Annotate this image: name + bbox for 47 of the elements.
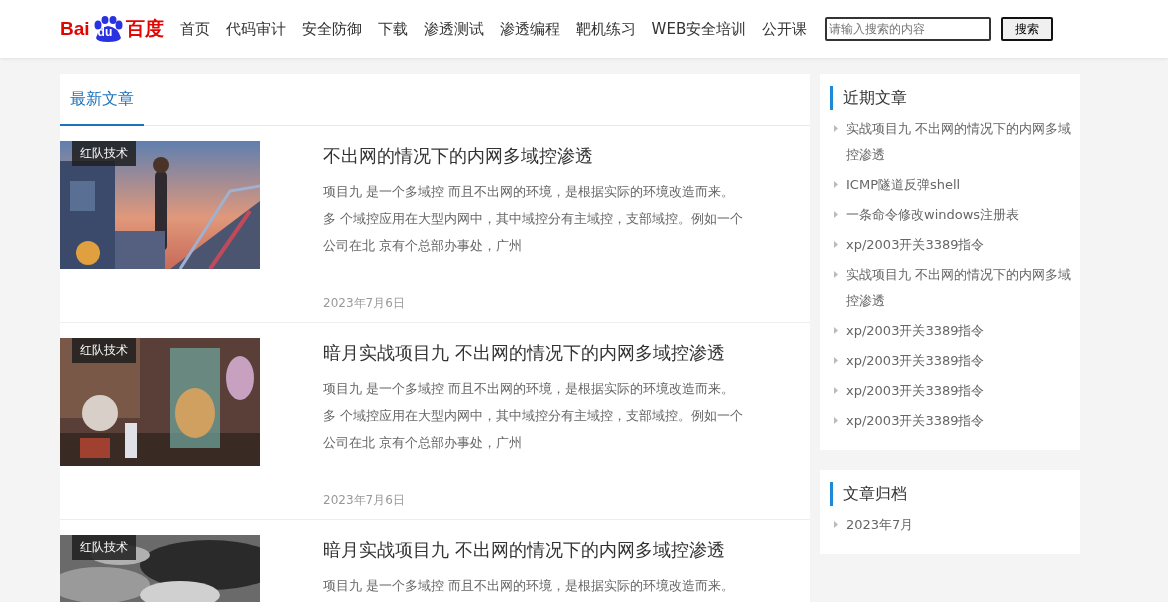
sidebar-link[interactable]: ICMP隧道反弹shell <box>846 172 961 198</box>
category-tag[interactable]: 红队技术 <box>72 535 136 560</box>
search-field[interactable]: 请输入搜索的内容 <box>825 17 992 41</box>
category-tag[interactable]: 红队技术 <box>72 338 136 363</box>
logo-text: Bai <box>60 18 90 40</box>
bullet-icon <box>834 181 838 188</box>
sidebar-link[interactable]: xp/2003开关3389指令 <box>846 408 985 434</box>
article-excerpt: 项目九 是一个多域控 而且不出网的环境，是根据实际的环境改造而来。多 个域控应用在大型内网中，其中域控分有主域控，支部域控。例如一个公司在北 京有个总部办事处，广州 <box>323 183 745 255</box>
sidebar-link[interactable]: 实战项目九 不出网的情况下的内网多域控渗透 <box>846 116 1077 168</box>
bullet-icon <box>834 271 838 278</box>
sidebar-link[interactable]: 2023年7月 <box>846 512 914 538</box>
sidebar-link[interactable]: 一条命令修改windows注册表 <box>846 202 1020 228</box>
article-title[interactable]: 不出网的情况下的内网多域控渗透 <box>323 144 773 168</box>
tab[interactable]: 最新文章 <box>60 74 144 126</box>
nav-link[interactable]: WEB安全培训 <box>643 19 755 39</box>
bullet-icon <box>834 241 838 248</box>
sidebar-link[interactable]: xp/2003开关3389指令 <box>846 348 985 374</box>
article-excerpt: 项目九 是一个多域控 而且不出网的环境，是根据实际的环境改造而来。多 个域控应用在大型内网中，其中域控分有主域控，支部域控。例如一个公司在北 京有个总部办事处，广州 <box>323 380 745 452</box>
widget-title: 文章归档 <box>830 482 1077 506</box>
article-date: 2023年7月6日 <box>323 492 406 509</box>
nav-link[interactable]: 公开课 <box>754 19 816 39</box>
bullet-icon <box>834 211 838 218</box>
nav-link[interactable]: 首页 <box>171 19 218 39</box>
bullet-icon <box>834 521 838 528</box>
article-title[interactable]: 暗月实战项目九 不出网的情况下的内网多域控渗透 <box>323 538 773 562</box>
article-title[interactable]: 暗月实战项目九 不出网的情况下的内网多域控渗透 <box>323 341 773 365</box>
sidebar-link[interactable]: xp/2003开关3389指令 <box>846 318 985 344</box>
search-button[interactable]: 搜索 <box>1001 17 1054 41</box>
nav-link[interactable]: 安全防御 <box>293 19 370 39</box>
sidebar-link[interactable]: xp/2003开关3389指令 <box>846 378 985 404</box>
nav-link[interactable]: 渗透测试 <box>415 19 492 39</box>
nav-link[interactable]: 靶机练习 <box>567 19 644 39</box>
article-excerpt: 项目九 是一个多域控 而且不出网的环境，是根据实际的环境改造而来。 <box>323 577 736 595</box>
widget-title: 近期文章 <box>830 86 1077 110</box>
bullet-icon <box>834 417 838 424</box>
nav-link[interactable]: 下载 <box>369 19 416 39</box>
logo-text: du <box>97 25 113 39</box>
category-tag[interactable]: 红队技术 <box>72 141 136 166</box>
nav-link[interactable]: 渗透编程 <box>491 19 568 39</box>
bullet-icon <box>834 327 838 334</box>
bullet-icon <box>834 125 838 132</box>
bullet-icon <box>834 387 838 394</box>
nav-link[interactable]: 代码审计 <box>217 19 294 39</box>
logo-text: 百度 <box>125 17 164 41</box>
sidebar-link[interactable]: xp/2003开关3389指令 <box>846 232 985 258</box>
article-date: 2023年7月6日 <box>323 295 406 312</box>
bullet-icon <box>834 357 838 364</box>
